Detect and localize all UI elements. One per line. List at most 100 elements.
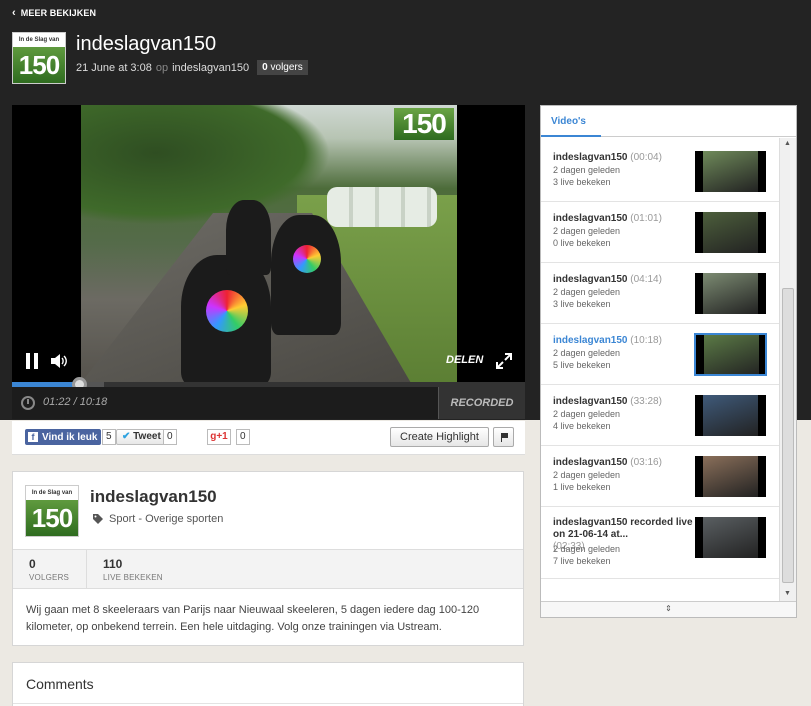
gplus-count: 0 [236, 429, 250, 445]
create-highlight-button[interactable]: Create Highlight [390, 427, 489, 447]
video-views: 0 live bekeken [553, 238, 611, 248]
tweet-button[interactable]: ✔ Tweet [116, 429, 167, 445]
logo-text: In de Slag van [31, 490, 73, 496]
video-title[interactable]: indeslagvan150 (10:18) [553, 334, 693, 347]
video-views: 3 live bekeken [553, 177, 611, 187]
comments-title: Comments [26, 676, 94, 692]
thumbnail-image [703, 517, 758, 558]
video-player[interactable]: 150 DELEN 01:22 / 10:18 RECORDED LIVE [12, 105, 525, 441]
video-title-text: indeslagvan150 [553, 396, 628, 407]
video-thumbnail[interactable] [695, 456, 766, 497]
scrollbar-thumb[interactable] [782, 288, 794, 583]
video-shirt-logo [206, 290, 248, 332]
video-rider [226, 200, 271, 275]
video-thumbnail[interactable] [695, 395, 766, 436]
control-bar: 01:22 / 10:18 RECORDED LIVE [12, 387, 525, 441]
panel-scrollbar[interactable]: ▲ ▼ [779, 138, 796, 601]
video-title[interactable]: indeslagvan150 (00:04) [553, 151, 693, 164]
video-duration: (33:28) [630, 396, 662, 407]
channel-name[interactable]: indeslagvan150 [90, 487, 217, 507]
video-title[interactable]: indeslagvan150 (01:01) [553, 212, 693, 225]
flag-icon[interactable] [493, 427, 514, 447]
facebook-like-button[interactable]: f Vind ik leuk [25, 429, 102, 445]
video-thumbnail[interactable] [695, 273, 766, 314]
video-age: 2 dagen geleden [553, 287, 621, 297]
broadcast-date: 21 June at 3:08 [76, 61, 152, 74]
facebook-like-label: Vind ik leuk [42, 431, 98, 443]
video-title-text: indeslagvan150 recorded live on 21-06-14… [553, 517, 693, 540]
list-item[interactable]: indeslagvan150 (01:01) 2 dagen geleden 0 l… [541, 202, 779, 263]
list-item[interactable]: indeslagvan150 (33:28) 2 dagen geleden 4 l… [541, 385, 779, 446]
followers-label: volgers [270, 62, 303, 73]
video-thumbnail[interactable] [695, 212, 766, 253]
scroll-down-icon[interactable]: ▼ [784, 590, 791, 597]
chevron-left-icon: ‹ [12, 6, 16, 19]
list-item[interactable]: indeslagvan150 (03:16) 2 dagen geleden 1 l… [541, 446, 779, 507]
video-thumbnail[interactable] [695, 517, 766, 558]
clock-icon [21, 396, 35, 410]
video-views: 1 live bekeken [553, 482, 611, 492]
videos-panel: Video's indeslagvan150 (00:04) 2 dagen ge… [540, 105, 797, 618]
video-trees [81, 105, 331, 225]
pause-button[interactable] [25, 353, 39, 369]
video-duration: (10:18) [630, 335, 662, 346]
video-title[interactable]: indeslagvan150 (33:28) [553, 395, 693, 408]
facebook-icon: f [28, 432, 38, 442]
video-title[interactable]: indeslagvan150 (04:14) [553, 273, 693, 286]
video-views: 5 live bekeken [553, 360, 611, 370]
header-meta: 21 June at 3:08 op indeslagvan150 0 volg… [76, 60, 308, 75]
social-bar: f Vind ik leuk 5 ✔ Tweet 0 g+1 0 Create … [12, 421, 525, 455]
views-stat-label: LIVE BEKEKEN [103, 573, 163, 582]
channel-logo[interactable]: In de Slag van 150 [12, 32, 66, 84]
facebook-count: 5 [102, 429, 116, 445]
list-item[interactable]: indeslagvan150 recorded live on 21-06-14… [541, 507, 779, 579]
video-rider [271, 215, 341, 335]
video-age: 2 dagen geleden [553, 348, 621, 358]
video-thumbnail[interactable] [695, 151, 766, 192]
list-item[interactable]: indeslagvan150 (04:14) 2 dagen geleden 3 l… [541, 263, 779, 324]
followers-badge[interactable]: 0 volgers [257, 60, 308, 75]
channel-description: Wij gaan met 8 skeeleraars van Parijs na… [26, 604, 480, 633]
video-title-text: indeslagvan150 [553, 213, 628, 224]
pause-bar [34, 353, 38, 369]
video-title-text: indeslagvan150 [553, 457, 628, 468]
recorded-live-label: RECORDED LIVE [438, 387, 525, 441]
scroll-up-icon[interactable]: ▲ [784, 140, 791, 147]
video-shirt-logo [293, 245, 321, 273]
video-thumbnail[interactable] [695, 334, 766, 375]
panel-resize-handle[interactable]: ⇕ [541, 601, 796, 617]
video-title[interactable]: indeslagvan150 (03:16) [553, 456, 693, 469]
video-title-text: indeslagvan150 [553, 274, 628, 285]
video-views: 4 live bekeken [553, 421, 611, 431]
video-age: 2 dagen geleden [553, 226, 621, 236]
share-button[interactable]: DELEN [446, 354, 483, 366]
comments-section: Comments [12, 662, 524, 706]
thumbnail-image [703, 273, 758, 314]
list-item[interactable]: indeslagvan150 (00:04) 2 dagen geleden 3 l… [541, 141, 779, 202]
channel-logo[interactable]: In de Slag van 150 [25, 485, 79, 537]
fullscreen-icon[interactable] [495, 352, 513, 370]
volume-icon[interactable] [50, 353, 68, 369]
followers-count: 0 [262, 62, 268, 73]
back-link[interactable]: ‹ MEER BEKIJKEN [12, 6, 96, 19]
video-age: 2 dagen geleden [553, 544, 621, 554]
channel-link[interactable]: indeslagvan150 [172, 62, 249, 74]
twitter-bird-icon: ✔ [122, 431, 131, 442]
list-item[interactable]: indeslagvan150 (10:18) 2 dagen geleden 5 l… [541, 324, 779, 385]
video-frame[interactable]: 150 [81, 105, 457, 383]
channel-info-box: In de Slag van 150 indeslagvan150 Sport … [12, 471, 524, 646]
video-bales [327, 187, 437, 227]
thumbnail-image [703, 212, 758, 253]
followers-stat-label: VOLGERS [29, 573, 70, 582]
video-duration: (04:14) [630, 274, 662, 285]
gplus-button[interactable]: g+1 [207, 429, 231, 445]
channel-stats: 0 VOLGERS 110 LIVE BEKEKEN [13, 549, 523, 589]
video-age: 2 dagen geleden [553, 470, 621, 480]
video-duration: (03:16) [630, 457, 662, 468]
views-stat: 110 LIVE BEKEKEN [86, 550, 163, 588]
tab-videos[interactable]: Video's [541, 106, 796, 137]
playback-time: 01:22 / 10:18 [43, 396, 108, 408]
video-duration: (01:01) [630, 213, 662, 224]
logo-text: In de Slag van [18, 37, 60, 43]
category-label[interactable]: Sport - Overige sporten [109, 513, 223, 525]
